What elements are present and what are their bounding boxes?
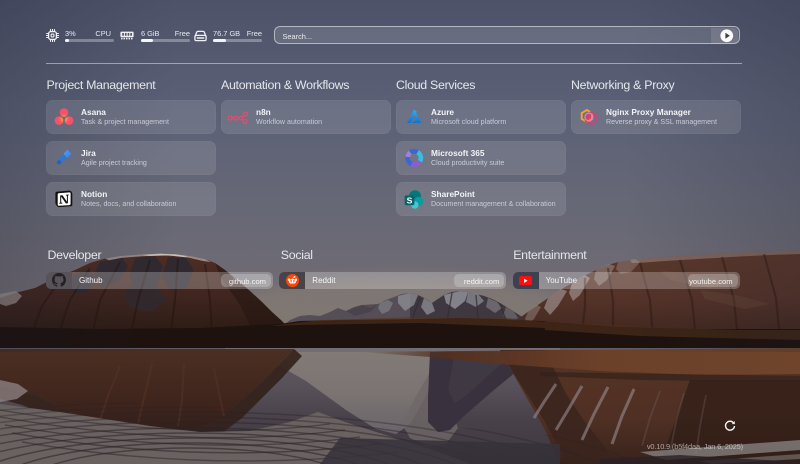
svg-text:S: S: [407, 195, 413, 205]
